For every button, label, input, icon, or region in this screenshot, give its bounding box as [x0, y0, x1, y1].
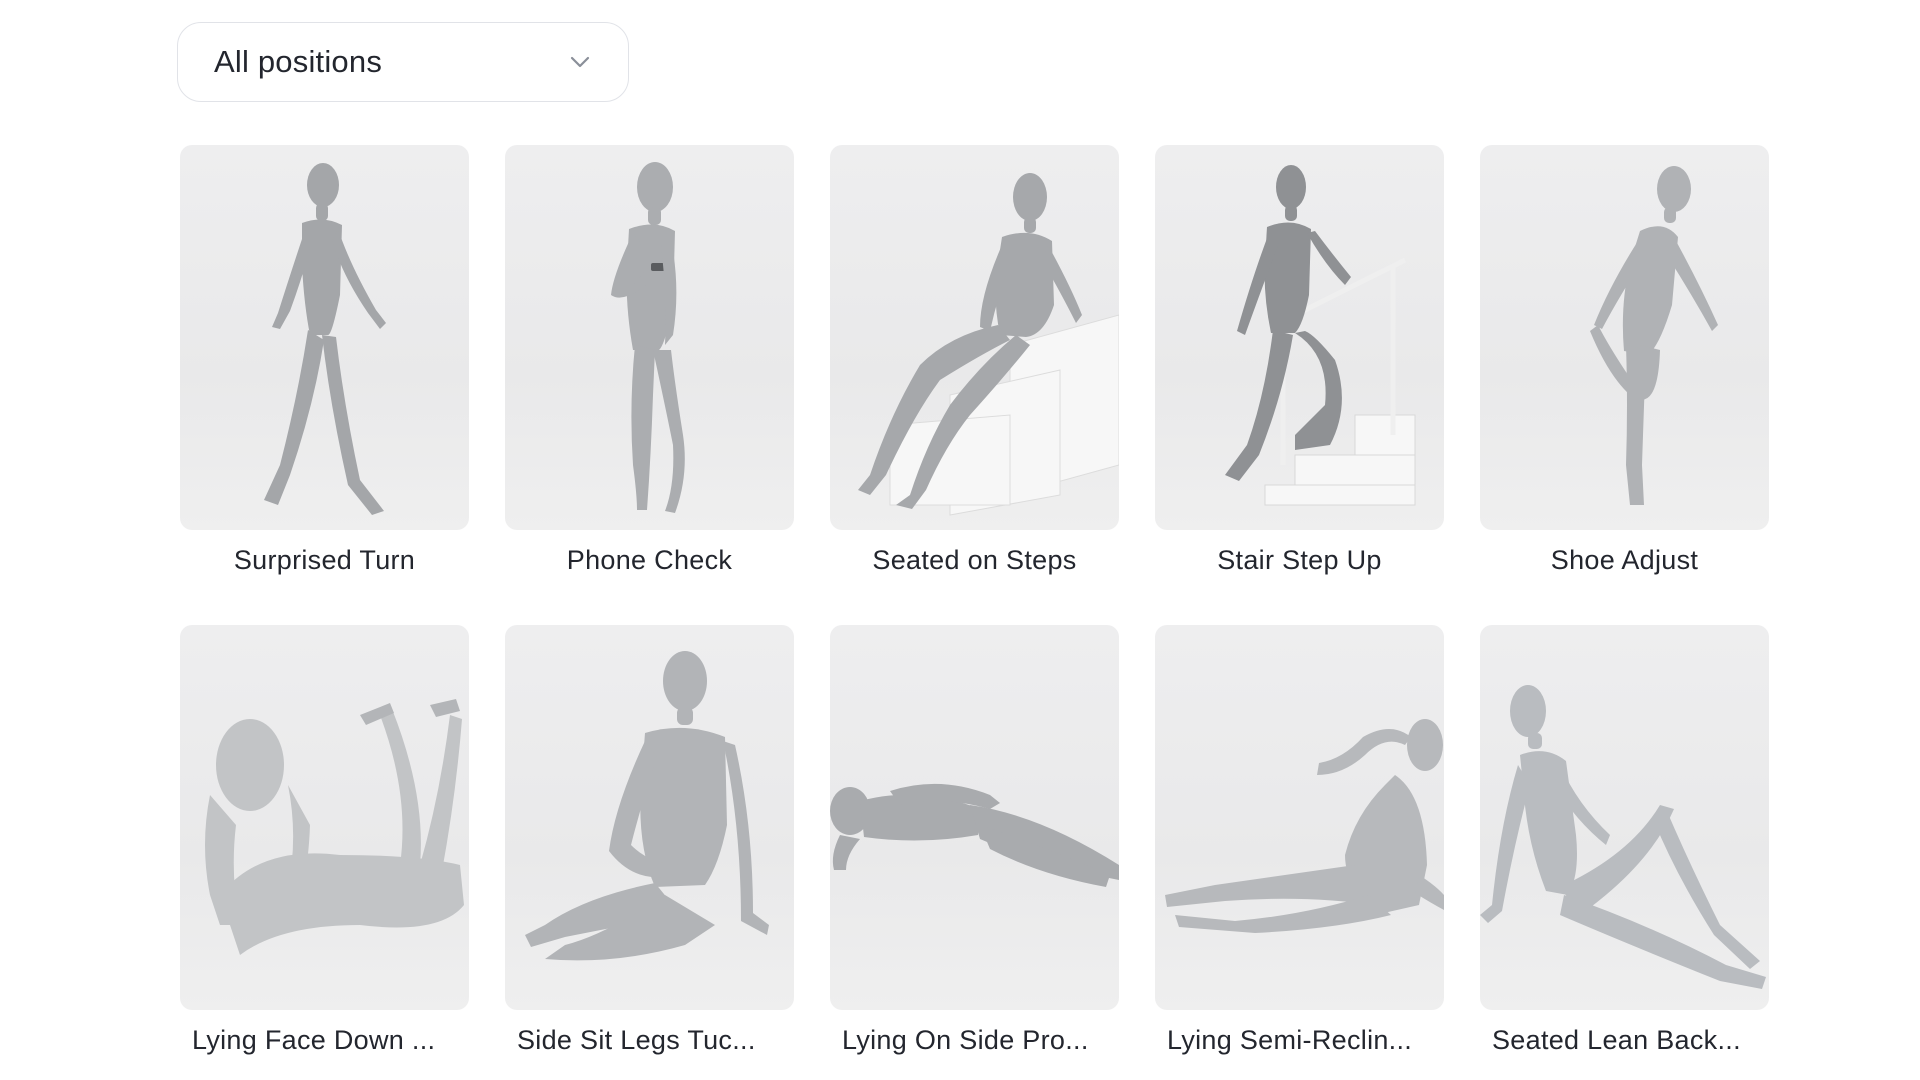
pose-thumbnail: [505, 625, 794, 1010]
position-filter-dropdown[interactable]: All positions: [177, 22, 629, 102]
pose-label: Seated on Steps: [872, 545, 1077, 575]
pose-card[interactable]: Shoe Adjust: [1480, 145, 1769, 585]
pose-thumbnail: [1480, 625, 1769, 1010]
position-filter-value: All positions: [214, 44, 383, 79]
pose-label: Lying Face Down ...: [192, 1025, 436, 1055]
pose-label: Side Sit Legs Tuc...: [517, 1025, 756, 1055]
pose-card[interactable]: Lying Face Down ...: [180, 625, 469, 1065]
pose-thumbnail: [180, 625, 469, 1010]
pose-thumbnail: [830, 625, 1119, 1010]
pose-card[interactable]: Surprised Turn: [180, 145, 469, 585]
pose-label: Stair Step Up: [1217, 545, 1382, 575]
pose-thumbnail: [180, 145, 469, 530]
pose-label: Seated Lean Back...: [1492, 1025, 1741, 1055]
pose-thumbnail: [830, 145, 1119, 530]
pose-card[interactable]: Seated Lean Back...: [1480, 625, 1769, 1065]
pose-card[interactable]: Lying On Side Pro...: [830, 625, 1119, 1065]
pose-label: Lying Semi-Reclin...: [1167, 1025, 1413, 1055]
pose-label: Lying On Side Pro...: [842, 1025, 1089, 1055]
chevron-down-icon: [568, 50, 592, 74]
pose-grid: Surprised Turn Phone Check Seated on Ste…: [180, 145, 1769, 1065]
pose-thumbnail: [1155, 625, 1444, 1010]
pose-library-page: All positions Surprised Turn Phone Check…: [0, 0, 1920, 1080]
pose-thumbnail: [505, 145, 794, 530]
pose-card[interactable]: Stair Step Up: [1155, 145, 1444, 585]
pose-label: Shoe Adjust: [1550, 545, 1699, 575]
pose-thumbnail: [1480, 145, 1769, 530]
pose-thumbnail: [1155, 145, 1444, 530]
pose-card[interactable]: Lying Semi-Reclin...: [1155, 625, 1444, 1065]
pose-card[interactable]: Side Sit Legs Tuc...: [505, 625, 794, 1065]
pose-card[interactable]: Seated on Steps: [830, 145, 1119, 585]
pose-label: Phone Check: [566, 545, 733, 575]
pose-card[interactable]: Phone Check: [505, 145, 794, 585]
pose-label: Surprised Turn: [233, 545, 416, 575]
